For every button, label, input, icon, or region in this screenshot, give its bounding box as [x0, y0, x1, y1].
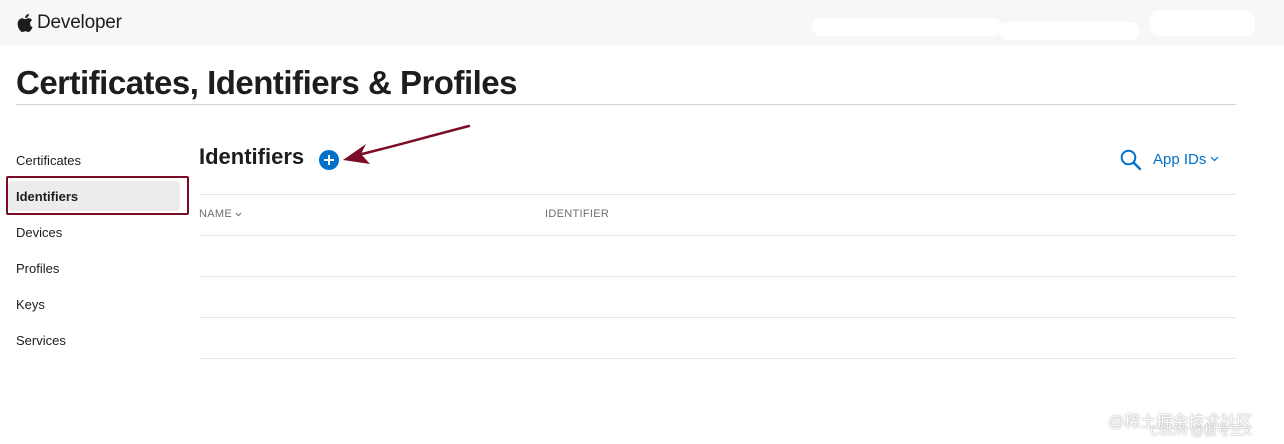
sidebar-item-keys[interactable]: Keys: [8, 289, 180, 319]
identifier-type-dropdown[interactable]: App IDs: [1153, 149, 1219, 169]
brand-label: Developer: [37, 12, 122, 33]
redacted-nav-area: [1000, 22, 1140, 40]
redacted-nav-area: [812, 18, 1002, 36]
title-divider: [16, 104, 1236, 105]
page-title: Certificates, Identifiers & Profiles: [16, 64, 518, 101]
column-header-identifier: IDENTIFIER: [545, 208, 609, 220]
sort-chevron-icon: [235, 212, 242, 217]
table-row[interactable]: -: [199, 236, 1236, 276]
developer-home-link[interactable]: Developer: [16, 12, 122, 34]
sidebar-item-certificates[interactable]: Certificates: [8, 145, 180, 175]
chevron-down-icon: [1210, 156, 1219, 162]
table-row[interactable]: - -: [199, 318, 1236, 358]
section-title: Identifiers: [199, 144, 305, 169]
cell-identifier: -: [583, 336, 585, 341]
search-button[interactable]: [1120, 149, 1142, 171]
global-nav-bar: Developer: [0, 0, 1284, 46]
annotation-highlight-box: [6, 176, 189, 215]
sidebar-item-label: Keys: [16, 297, 45, 312]
sidebar-item-devices[interactable]: Devices: [8, 217, 180, 247]
watermark-text: CSDN @根号三X: [1150, 423, 1252, 438]
cell-identifier: - -: [583, 293, 643, 298]
sidebar-item-label: Certificates: [16, 153, 82, 168]
column-header-label: NAME: [199, 208, 232, 220]
sidebar-item-label: Services: [16, 333, 66, 348]
sidebar-item-label: Devices: [16, 225, 63, 240]
table-row[interactable]: - - -: [199, 277, 1236, 317]
cell-name: -: [207, 293, 209, 298]
column-header-name[interactable]: NAME: [199, 208, 242, 220]
column-header-label: IDENTIFIER: [545, 208, 610, 220]
search-icon: [1120, 149, 1142, 171]
dropdown-selected-label: App IDs: [1153, 150, 1207, 168]
sidebar-item-services[interactable]: Services: [8, 325, 180, 355]
sidebar-item-label: Profiles: [16, 261, 60, 276]
add-identifier-button[interactable]: [319, 150, 339, 170]
redacted-account-area: [1150, 10, 1255, 36]
sidebar-item-profiles[interactable]: Profiles: [8, 253, 180, 283]
table-top-rule: [199, 194, 1236, 195]
apple-logo-icon: [17, 13, 33, 33]
cell-name: -: [225, 252, 227, 257]
row-divider: [199, 358, 1236, 359]
cell-name: -: [207, 336, 209, 341]
